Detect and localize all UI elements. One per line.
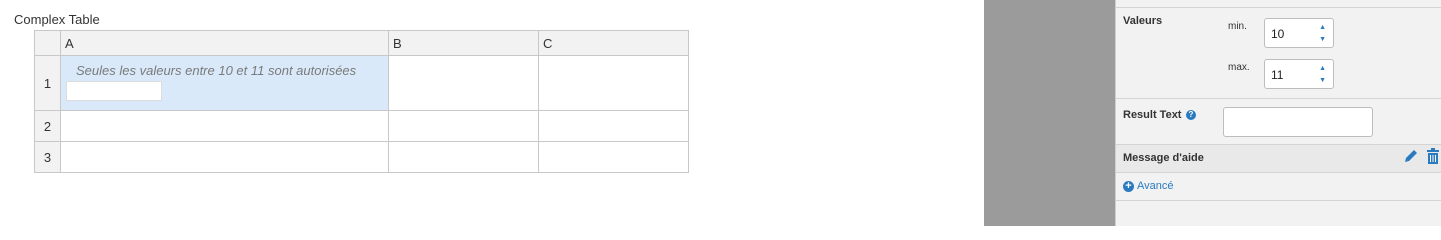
- cell-a3[interactable]: [60, 141, 389, 173]
- trash-icon[interactable]: [1426, 148, 1440, 164]
- cell-a1-hint: Seules les valeurs entre 10 et 11 sont a…: [76, 63, 357, 78]
- row-header-1[interactable]: 1: [34, 55, 61, 111]
- divider: [1116, 172, 1441, 173]
- question-circle-icon[interactable]: ?: [1186, 110, 1196, 120]
- corner-cell: [34, 30, 61, 56]
- divider: [1116, 7, 1441, 8]
- cell-b1[interactable]: [388, 55, 539, 111]
- stepper-down-icon[interactable]: ▼: [1319, 36, 1326, 43]
- table-title: Complex Table: [14, 12, 100, 27]
- min-label: min.: [1228, 21, 1247, 32]
- complex-table: A B C 1 Seules les valeurs entre 10 et 1…: [34, 30, 689, 173]
- stepper-down-icon[interactable]: ▼: [1319, 77, 1326, 84]
- cell-c3[interactable]: [538, 141, 689, 173]
- table-row: 3: [34, 141, 689, 173]
- advanced-link[interactable]: Avancé: [1137, 180, 1174, 192]
- table-row: 1 Seules les valeurs entre 10 et 11 sont…: [34, 55, 689, 111]
- row-header-3[interactable]: 3: [34, 141, 61, 173]
- row-header-2[interactable]: 2: [34, 110, 61, 142]
- plus-circle-icon[interactable]: +: [1123, 181, 1134, 192]
- max-label: max.: [1228, 62, 1250, 73]
- result-text-label: Result Text: [1123, 109, 1182, 121]
- stepper-up-icon[interactable]: ▲: [1319, 24, 1326, 31]
- valeurs-label: Valeurs: [1123, 15, 1163, 27]
- overlay-panel: [984, 0, 1115, 226]
- cell-a2[interactable]: [60, 110, 389, 142]
- cell-b2[interactable]: [388, 110, 539, 142]
- max-value: 11: [1271, 68, 1284, 82]
- stepper-up-icon[interactable]: ▲: [1319, 65, 1326, 72]
- message-aide-label: Message d'aide: [1123, 152, 1204, 164]
- max-stepper[interactable]: 11 ▲ ▼: [1264, 59, 1334, 89]
- column-header-b[interactable]: B: [388, 30, 539, 56]
- pencil-icon[interactable]: [1403, 148, 1419, 164]
- min-value: 10: [1271, 27, 1285, 41]
- cell-c2[interactable]: [538, 110, 689, 142]
- table-header-row: A B C: [34, 30, 689, 56]
- properties-panel: Valeurs min. 10 ▲ ▼ max. 11 ▲ ▼ Result T…: [1115, 0, 1441, 226]
- cell-c1[interactable]: [538, 55, 689, 111]
- divider: [1116, 200, 1441, 201]
- divider: [1116, 98, 1441, 99]
- min-stepper[interactable]: 10 ▲ ▼: [1264, 18, 1334, 48]
- column-header-c[interactable]: C: [538, 30, 689, 56]
- column-header-a[interactable]: A: [60, 30, 389, 56]
- cell-b3[interactable]: [388, 141, 539, 173]
- cell-a1[interactable]: Seules les valeurs entre 10 et 11 sont a…: [60, 55, 389, 111]
- table-row: 2: [34, 110, 689, 142]
- cell-a1-input[interactable]: [66, 81, 162, 101]
- result-text-input[interactable]: [1223, 107, 1373, 137]
